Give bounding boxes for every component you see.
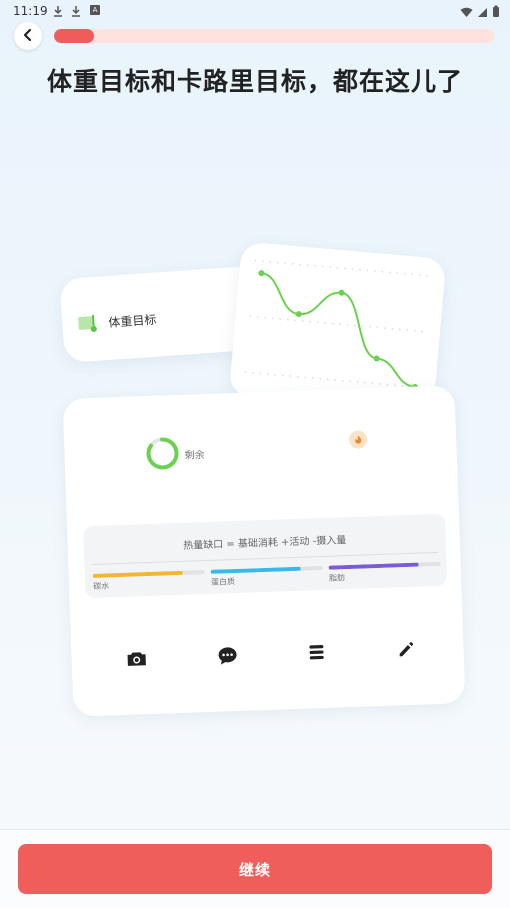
weight-goal-label: 体重目标 <box>107 312 157 330</box>
macro-bar-fill <box>92 570 183 578</box>
app-a-icon: A <box>90 5 100 15</box>
remaining-label: 剩余 <box>184 450 205 462</box>
macro-label: 碳水 <box>92 581 110 591</box>
continue-button[interactable]: 继续 <box>18 844 492 894</box>
progress-fill <box>54 29 94 43</box>
edit-pencil-icon[interactable] <box>393 637 418 662</box>
calorie-summary-card: 剩余 热量缺口 = 基础消耗 +活动 -摄入量 碳水 蛋白质 脂肪 <box>62 385 466 717</box>
chat-bubble-icon[interactable] <box>215 643 240 668</box>
macro-protein: 蛋白质 <box>210 565 324 588</box>
divider <box>0 829 510 830</box>
list-icon[interactable] <box>304 640 329 665</box>
flame-icon <box>348 430 368 449</box>
chart-series-line <box>261 272 416 388</box>
chart-point <box>258 270 265 277</box>
calorie-ring <box>144 435 181 476</box>
macro-fat: 脂肪 <box>328 561 442 584</box>
back-button[interactable] <box>14 22 42 50</box>
wifi-icon <box>460 3 473 22</box>
macro-label: 蛋白质 <box>210 577 236 587</box>
download-icon <box>53 5 63 20</box>
page-title: 体重目标和卡路里目标，都在这儿了 <box>46 67 463 96</box>
onboarding-progress-bar <box>54 29 494 43</box>
calorie-formula-box: 热量缺口 = 基础消耗 +活动 -摄入量 碳水 蛋白质 脂肪 <box>83 513 448 599</box>
macro-bar-fill <box>210 566 301 574</box>
chart-gridline <box>249 315 428 333</box>
status-time: 11:19 <box>13 4 48 18</box>
chart-point <box>295 311 302 318</box>
macro-bar-fill <box>328 562 419 570</box>
camera-icon[interactable] <box>124 646 149 671</box>
battery-icon <box>492 3 500 22</box>
calorie-formula-text: 热量缺口 = 基础消耗 +活动 -摄入量 <box>183 535 347 552</box>
chart-point <box>338 289 345 296</box>
macro-carbs: 碳水 <box>92 570 206 592</box>
download-icon <box>71 5 81 20</box>
macro-label: 脂肪 <box>328 573 346 583</box>
chart-gridline <box>254 259 432 277</box>
chart-gridline <box>244 371 423 389</box>
chevron-left-icon <box>22 27 34 46</box>
scale-flag-icon <box>78 313 102 338</box>
action-toolbar <box>71 635 464 679</box>
chart-point <box>373 355 380 362</box>
status-bar: 11:19 A <box>0 0 510 22</box>
signal-icon <box>477 3 488 22</box>
